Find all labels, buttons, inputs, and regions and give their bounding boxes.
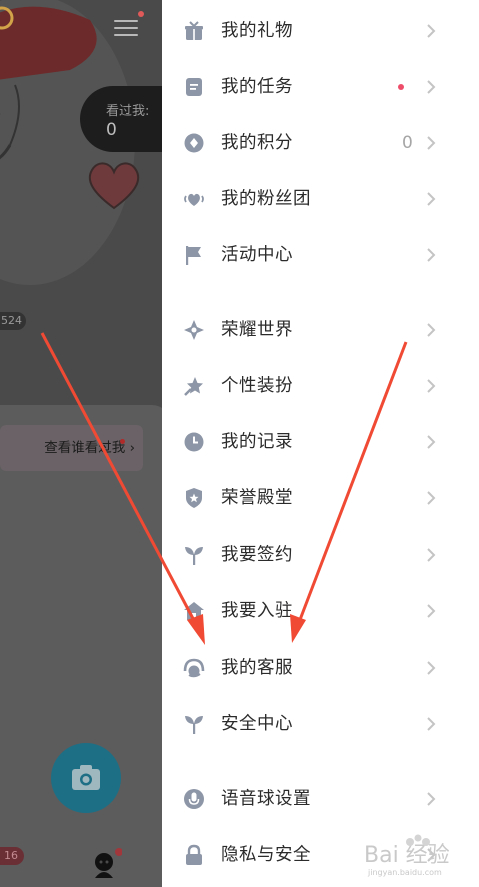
menu-item-label: 我要入驻 <box>221 601 293 621</box>
menu-item-label: 我的积分 <box>221 133 293 153</box>
compass-icon <box>184 320 204 340</box>
chevron-right-icon <box>427 80 436 94</box>
sprout-icon <box>185 547 203 565</box>
view-visitors-label: 查看谁看过我 <box>44 440 126 456</box>
notification-dot <box>398 84 404 90</box>
camera-icon <box>72 765 100 790</box>
seen-me-count: 0 <box>106 120 117 140</box>
camera-button[interactable] <box>51 743 121 813</box>
view-visitors-button[interactable]: 查看谁看过我 › <box>0 425 143 471</box>
menu-item-sign-contract[interactable]: 我要签约 <box>162 527 479 583</box>
fan-club-icon <box>184 193 204 206</box>
chevron-right-icon <box>427 792 436 806</box>
shield-star-icon <box>186 488 202 508</box>
menu-item-customer-service[interactable]: 我的客服 <box>162 640 479 696</box>
menu-item-label: 个性装扮 <box>221 376 293 396</box>
seen-me-label: 看过我: <box>106 104 150 119</box>
seen-me-box[interactable]: 看过我: 0 <box>80 86 162 152</box>
fans-count-badge: 524 <box>0 312 26 330</box>
microphone-icon <box>184 789 204 809</box>
chevron-right-icon <box>427 717 436 731</box>
chevron-right-icon <box>427 379 436 393</box>
star-dress-icon <box>184 377 203 396</box>
menu-item-activity-center[interactable]: 活动中心 <box>162 227 479 283</box>
nav-count-badge: 16 <box>0 847 24 865</box>
profile-bottom-sheet: 查看谁看过我 › <box>0 405 162 887</box>
profile-page-dimmed: 看过我: 0 524 查看谁看过我 › 16 <box>0 0 162 887</box>
nav-profile-icon[interactable] <box>90 848 122 880</box>
chevron-right-icon <box>427 435 436 449</box>
menu-item-label: 我要签约 <box>221 545 293 565</box>
menu-item-label: 荣耀世界 <box>221 320 293 340</box>
points-icon <box>184 133 204 153</box>
watermark-url: jingyan.baidu.com <box>368 868 442 877</box>
menu-item-label: 我的记录 <box>221 432 293 452</box>
points-value: 0 <box>402 133 413 153</box>
menu-item-security-center[interactable]: 安全中心 <box>162 696 479 752</box>
menu-item-settle-in[interactable]: 我要入驻 <box>162 583 479 639</box>
chevron-right-icon <box>427 192 436 206</box>
chevron-right-icon <box>427 548 436 562</box>
gift-icon <box>185 21 203 40</box>
watermark-brand: Bai 经验 <box>364 843 450 868</box>
chevron-right-icon <box>427 604 436 618</box>
flag-icon <box>186 246 201 265</box>
menu-item-fan-club[interactable]: 我的粉丝团 <box>162 171 479 227</box>
clock-icon <box>184 432 204 452</box>
task-icon <box>186 78 202 96</box>
hamburger-menu-icon[interactable] <box>114 11 144 39</box>
menu-item-label: 荣誉殿堂 <box>221 488 293 508</box>
menu-item-label: 我的礼物 <box>221 21 293 41</box>
menu-item-label: 语音球设置 <box>221 789 311 809</box>
house-icon <box>184 602 204 620</box>
menu-item-label: 我的任务 <box>221 77 293 97</box>
sprout-icon <box>185 716 203 734</box>
menu-item-my-gifts[interactable]: 我的礼物 <box>162 3 479 59</box>
headset-icon <box>183 658 205 678</box>
lock-icon <box>186 844 202 865</box>
menu-item-glory-world[interactable]: 荣耀世界 <box>162 302 479 358</box>
chevron-right-icon <box>427 323 436 337</box>
menu-item-my-points[interactable]: 我的积分 0 <box>162 115 479 171</box>
chevron-right-icon <box>427 136 436 150</box>
menu-item-label: 我的粉丝团 <box>221 189 311 209</box>
side-drawer-menu: 我的礼物 我的任务 我的积分 0 我的粉丝团 活动中心 荣耀世界 个性装扮 我的… <box>162 0 479 887</box>
chevron-right-icon <box>427 24 436 38</box>
chevron-right-icon <box>427 661 436 675</box>
chevron-right-icon <box>427 491 436 505</box>
menu-item-my-tasks[interactable]: 我的任务 <box>162 59 479 115</box>
menu-item-my-records[interactable]: 我的记录 <box>162 414 479 470</box>
chevron-right-icon <box>427 248 436 262</box>
menu-item-label: 隐私与安全 <box>221 845 311 865</box>
menu-item-dress-up[interactable]: 个性装扮 <box>162 358 479 414</box>
heart-icon <box>88 162 140 210</box>
menu-item-hall-of-honor[interactable]: 荣誉殿堂 <box>162 470 479 526</box>
menu-item-label: 活动中心 <box>221 245 293 265</box>
menu-item-label: 我的客服 <box>221 658 293 678</box>
menu-item-label: 安全中心 <box>221 714 293 734</box>
menu-item-voice-ball-settings[interactable]: 语音球设置 <box>162 771 479 827</box>
